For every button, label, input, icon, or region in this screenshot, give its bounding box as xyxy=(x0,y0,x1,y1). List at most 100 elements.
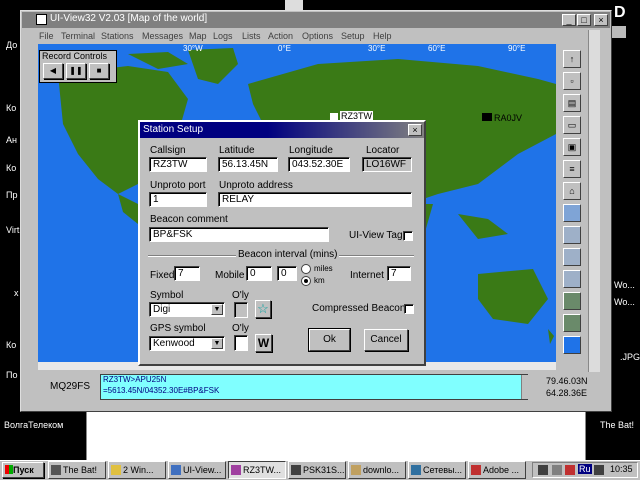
chevron-down-icon[interactable]: ▼ xyxy=(211,304,223,315)
task-adobe[interactable]: Adobe ... xyxy=(468,461,526,479)
toolbar-map3-icon[interactable] xyxy=(563,248,581,266)
callsign-field[interactable]: RZ3TW xyxy=(149,157,207,172)
menu-file[interactable]: File xyxy=(39,31,54,41)
internet-interval-field[interactable]: 7 xyxy=(387,266,411,281)
compressed-beacon-label: Compressed Beacon xyxy=(312,303,406,314)
tray-icon[interactable] xyxy=(565,465,575,475)
dialog-close-button[interactable]: × xyxy=(408,124,422,136)
cursor-longitude: 64.28.36E xyxy=(546,388,588,398)
toolbar-doc-icon[interactable]: ▭ xyxy=(563,116,581,134)
toolbar-station-icon[interactable]: ⌂ xyxy=(563,182,581,200)
beacon-comment-field[interactable]: BP&FSK xyxy=(149,227,329,242)
unproto-address-field[interactable]: RELAY xyxy=(218,192,412,207)
monitor-line-1: RZ3TW>APU25N xyxy=(103,375,167,384)
menu-options[interactable]: Options xyxy=(302,31,333,41)
gps-overlay-field[interactable] xyxy=(234,335,248,351)
vertical-scrollbar[interactable] xyxy=(588,30,600,400)
monitor-scrollbar[interactable] xyxy=(521,375,529,399)
desktop-icon-label[interactable]: Пр xyxy=(6,190,17,200)
km-radio[interactable] xyxy=(301,276,311,286)
station-label-ra0jv[interactable]: RA0JV xyxy=(494,113,522,123)
uiview-tag-checkbox[interactable] xyxy=(403,231,413,241)
desktop-icon-label[interactable]: The Bat! xyxy=(600,420,634,430)
toolbar-map1-icon[interactable] xyxy=(563,204,581,222)
desktop-icon-label[interactable]: Ко xyxy=(6,340,16,350)
gps-symbol-label: GPS symbol xyxy=(150,323,206,334)
menu-help[interactable]: Help xyxy=(373,31,392,41)
menu-action[interactable]: Action xyxy=(268,31,293,41)
desktop-icon-label[interactable]: .JPG xyxy=(620,352,640,362)
desktop-icon-label[interactable]: По xyxy=(6,370,17,380)
menu-logs[interactable]: Logs xyxy=(213,31,233,41)
task-uiview[interactable]: UI-View... xyxy=(168,461,226,479)
station-icon[interactable] xyxy=(482,113,492,121)
task-windows[interactable]: 2 Win... xyxy=(108,461,166,479)
desktop-icon-label[interactable]: Ан xyxy=(6,135,17,145)
toolbar-list-icon[interactable]: ≡ xyxy=(563,160,581,178)
record-rewind-button[interactable]: ◀ xyxy=(43,63,63,79)
record-pause-button[interactable]: ❚❚ xyxy=(66,63,86,79)
gps-symbol-select-value: Kenwood xyxy=(153,338,195,349)
record-controls-title: Record Controls xyxy=(42,51,108,61)
desktop-icon-label[interactable]: Ко xyxy=(6,163,16,173)
task-label: Adobe ... xyxy=(483,465,520,475)
fixed-interval-field[interactable]: 7 xyxy=(174,266,200,281)
toolbar-map2-icon[interactable] xyxy=(563,226,581,244)
tray-icon[interactable] xyxy=(538,465,548,475)
menu-messages[interactable]: Messages xyxy=(142,31,183,41)
close-button[interactable]: × xyxy=(594,14,608,26)
latitude-field[interactable]: 56.13.45N xyxy=(218,157,278,172)
fixed-label: Fixed xyxy=(150,270,175,281)
mobile-distance-field[interactable]: 0 xyxy=(277,266,297,281)
menu-terminal[interactable]: Terminal xyxy=(61,31,95,41)
longitude-field[interactable]: 043.52.30E xyxy=(288,157,350,172)
desktop-icon-label[interactable]: Wo... xyxy=(614,280,635,290)
gps-symbol-select[interactable]: Kenwood ▼ xyxy=(149,336,225,351)
toolbar-page-icon[interactable]: ▫ xyxy=(563,72,581,90)
miles-radio[interactable] xyxy=(301,264,311,274)
tray-icon[interactable] xyxy=(594,465,604,475)
menu-stations[interactable]: Stations xyxy=(101,31,134,41)
window-title: UI-View32 V2.03 [Map of the world] xyxy=(50,13,208,24)
toolbar-save-icon[interactable]: ▣ xyxy=(563,138,581,156)
desktop-icon-label[interactable]: ВолгаТелеком xyxy=(4,420,63,430)
desktop-icon-label[interactable]: Wo... xyxy=(614,297,635,307)
compressed-beacon-checkbox[interactable] xyxy=(404,304,414,314)
toolbar-map7-icon[interactable] xyxy=(563,336,581,354)
desktop-icon-label[interactable]: До xyxy=(6,40,17,50)
symbol-select[interactable]: Digi ▼ xyxy=(149,302,225,317)
toolbar-map5-icon[interactable] xyxy=(563,292,581,310)
star-symbol-icon[interactable]: ☆ xyxy=(255,300,271,318)
maximize-button[interactable]: □ xyxy=(577,14,591,26)
ok-button[interactable]: Ok xyxy=(308,328,351,352)
tray-icon[interactable] xyxy=(552,465,562,475)
toolbar-map4-icon[interactable] xyxy=(563,270,581,288)
menu-lists[interactable]: Lists xyxy=(242,31,261,41)
language-indicator[interactable]: Ru xyxy=(578,464,592,474)
toolbar-up-icon[interactable]: ↑ xyxy=(563,50,581,68)
chevron-down-icon[interactable]: ▼ xyxy=(211,338,223,349)
download-icon xyxy=(351,465,361,475)
cancel-button[interactable]: Cancel xyxy=(364,329,408,351)
toolbar-map6-icon[interactable] xyxy=(563,314,581,332)
task-psk31[interactable]: PSK31S... xyxy=(288,461,346,479)
gps-symbol-preview[interactable]: W xyxy=(255,334,272,352)
toolbar-print-icon[interactable]: ▤ xyxy=(563,94,581,112)
symbol-overlay-label: O'ly xyxy=(232,290,249,301)
minimize-button[interactable]: _ xyxy=(562,14,576,26)
task-download[interactable]: downlo... xyxy=(348,461,406,479)
desktop-icon-label[interactable]: Ко xyxy=(6,103,16,113)
symbol-overlay-field[interactable] xyxy=(234,302,248,318)
menu-setup[interactable]: Setup xyxy=(341,31,365,41)
latitude-label: Latitude xyxy=(219,145,255,156)
record-stop-button[interactable]: ■ xyxy=(89,63,109,79)
desktop-icon-paw[interactable] xyxy=(612,26,626,38)
menu-map[interactable]: Map xyxy=(189,31,207,41)
task-the-bat[interactable]: The Bat! xyxy=(48,461,106,479)
task-rz3tw[interactable]: RZ3TW... xyxy=(228,461,286,479)
task-network[interactable]: Сетевы... xyxy=(408,461,466,479)
mobile-interval-field[interactable]: 0 xyxy=(246,266,272,281)
desktop-icon-label[interactable]: Virt xyxy=(6,225,19,235)
unproto-port-field[interactable]: 1 xyxy=(149,192,207,207)
desktop-icon-label[interactable]: x xyxy=(14,288,19,298)
